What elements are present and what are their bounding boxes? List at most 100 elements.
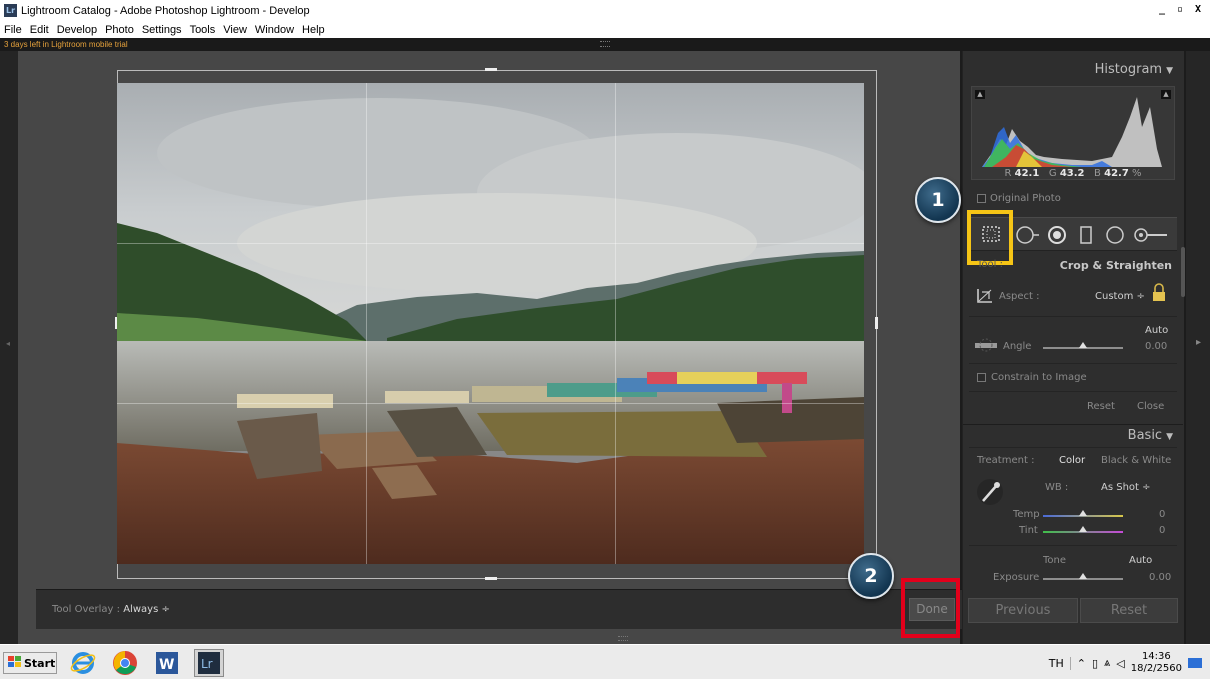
angle-value[interactable]: 0.00 [1145,341,1167,352]
annotation-done-highlight [901,578,960,638]
menu-tools[interactable]: Tools [186,24,220,36]
lightroom-app-icon: Lr [4,4,17,17]
lightroom-taskbar-label: Lr [201,657,213,671]
tool-overlay-control[interactable]: Tool Overlay : Always ÷ [52,604,170,615]
minimize-button[interactable]: _ [1154,3,1170,17]
constrain-label: Constrain to Image [991,372,1087,383]
maximize-button[interactable]: ▫ [1172,3,1188,17]
word-icon[interactable]: W [152,649,182,677]
collapse-right-arrow-icon[interactable]: ▸ [1196,337,1201,348]
constrain-checkbox[interactable] [977,373,986,382]
wb-eyedropper-icon[interactable] [975,477,1005,511]
menu-photo[interactable]: Photo [101,24,138,36]
right-panel-scrollbar[interactable] [1181,247,1185,297]
left-panel-collapsed[interactable]: ◂ [0,51,18,644]
crop-reset-button[interactable]: Reset [1087,401,1115,412]
lightroom-taskbar-icon[interactable]: Lr [194,649,224,677]
temp-value[interactable]: 0 [1159,509,1165,520]
shadow-clipping-icon[interactable]: ▲ [975,90,985,99]
app-window: Lr Lightroom Catalog - Adobe Photoshop L… [0,0,1210,679]
crop-handle-top[interactable] [485,68,497,71]
show-hidden-icons-icon[interactable]: ⌃ [1077,657,1086,670]
menu-edit[interactable]: Edit [26,24,53,36]
chrome-icon[interactable] [110,649,140,677]
collapse-basic-icon[interactable]: ▼ [1166,432,1173,442]
close-button[interactable]: X [1190,3,1206,17]
rgb-readout: R 42.1 G 43.2 B 42.7 % [963,168,1183,179]
treatment-bw-option[interactable]: Black & White [1101,455,1171,466]
adjustment-brush-tool-icon[interactable] [1133,225,1169,249]
straighten-tool-icon[interactable] [975,287,995,309]
aspect-value-dropdown[interactable]: Custom ÷ [1095,291,1145,302]
angle-auto-button[interactable]: Auto [1145,325,1168,336]
aspect-lock-icon[interactable] [1151,283,1167,307]
bottom-panel-grip[interactable] [618,636,628,641]
right-panel-edge[interactable]: ▸ [1186,51,1210,644]
volume-icon[interactable]: ◁ [1116,657,1124,670]
highlight-clipping-icon[interactable]: ▲ [1161,90,1171,99]
crop-handle-bottom[interactable] [485,577,497,580]
system-tray: TH ⌃ ▯ ⩓ ◁ 14:36 18/2/2560 [1043,647,1210,679]
r-label: R [1004,168,1012,179]
crop-handle-right[interactable] [875,317,878,329]
b-value: 42.7 [1104,168,1129,179]
svg-text:W: W [159,657,174,673]
tool-label: Tool : [977,259,1003,270]
angle-slider-thumb[interactable] [1079,342,1087,348]
photo-canvas[interactable] [117,83,864,564]
original-photo-toggle[interactable]: Original Photo [977,193,1061,204]
menu-view[interactable]: View [219,24,251,36]
crop-grid-v1 [366,83,367,564]
trial-notice-text[interactable]: 3 days left in Lightroom mobile trial [4,38,128,51]
crop-grid-h1 [117,243,864,244]
menu-develop[interactable]: Develop [53,24,101,36]
menu-file[interactable]: File [0,24,26,36]
red-eye-tool-icon[interactable] [1047,225,1067,249]
start-button[interactable]: Start [3,652,57,674]
right-panel: Histogram ▼ ▲ ▲ R 42.1 G 43.2 B 42.7 % O… [962,51,1185,644]
tint-value[interactable]: 0 [1159,525,1165,536]
top-panel-grip[interactable] [600,41,610,47]
exposure-label: Exposure [993,572,1040,583]
menu-settings[interactable]: Settings [138,24,186,36]
title-bar: Lr Lightroom Catalog - Adobe Photoshop L… [0,0,1210,21]
straighten-level-icon[interactable] [973,337,999,357]
r-value: 42.1 [1014,168,1040,179]
temp-slider-thumb[interactable] [1079,510,1087,516]
tint-slider-thumb[interactable] [1079,526,1087,532]
signal-icon[interactable]: ⩓ [1104,656,1110,670]
histogram-header[interactable]: Histogram ▼ [963,59,1183,81]
show-desktop-icon[interactable] [1188,658,1202,668]
tool-overlay-value[interactable]: Always ÷ [123,604,170,615]
crop-grid-v2 [615,83,616,564]
radial-filter-tool-icon[interactable] [1105,225,1125,249]
menu-bar: File Edit Develop Photo Settings Tools V… [0,21,1210,38]
crop-grid-h2 [117,403,864,404]
temp-label: Temp [1013,509,1040,520]
menu-help[interactable]: Help [298,24,329,36]
crop-close-button[interactable]: Close [1137,401,1164,412]
reset-button[interactable]: Reset [1080,598,1178,623]
tone-auto-button[interactable]: Auto [1129,555,1152,566]
exposure-slider-thumb[interactable] [1079,573,1087,579]
original-photo-label: Original Photo [990,193,1061,204]
graduated-filter-tool-icon[interactable] [1079,225,1093,249]
expand-left-arrow-icon[interactable]: ◂ [6,339,10,348]
spot-removal-tool-icon[interactable] [1015,225,1041,249]
treatment-color-option[interactable]: Color [1059,455,1085,466]
clock-date: 18/2/2560 [1130,663,1182,674]
tone-label: Tone [1043,555,1067,566]
network-icon[interactable]: ▯ [1092,657,1098,670]
language-indicator[interactable]: TH [1043,656,1071,670]
histogram[interactable]: ▲ ▲ [971,86,1175,180]
original-photo-checkbox[interactable] [977,194,986,203]
wb-label: WB : [1045,482,1069,493]
menu-window[interactable]: Window [251,24,298,36]
collapse-histogram-icon[interactable]: ▼ [1166,66,1173,76]
internet-explorer-icon[interactable] [68,649,98,677]
wb-value-dropdown[interactable]: As Shot ÷ [1101,482,1151,493]
previous-button[interactable]: Previous [968,598,1078,623]
exposure-value[interactable]: 0.00 [1149,572,1171,583]
basic-header[interactable]: Basic ▼ [963,424,1183,446]
clock[interactable]: 14:36 18/2/2560 [1131,651,1182,675]
